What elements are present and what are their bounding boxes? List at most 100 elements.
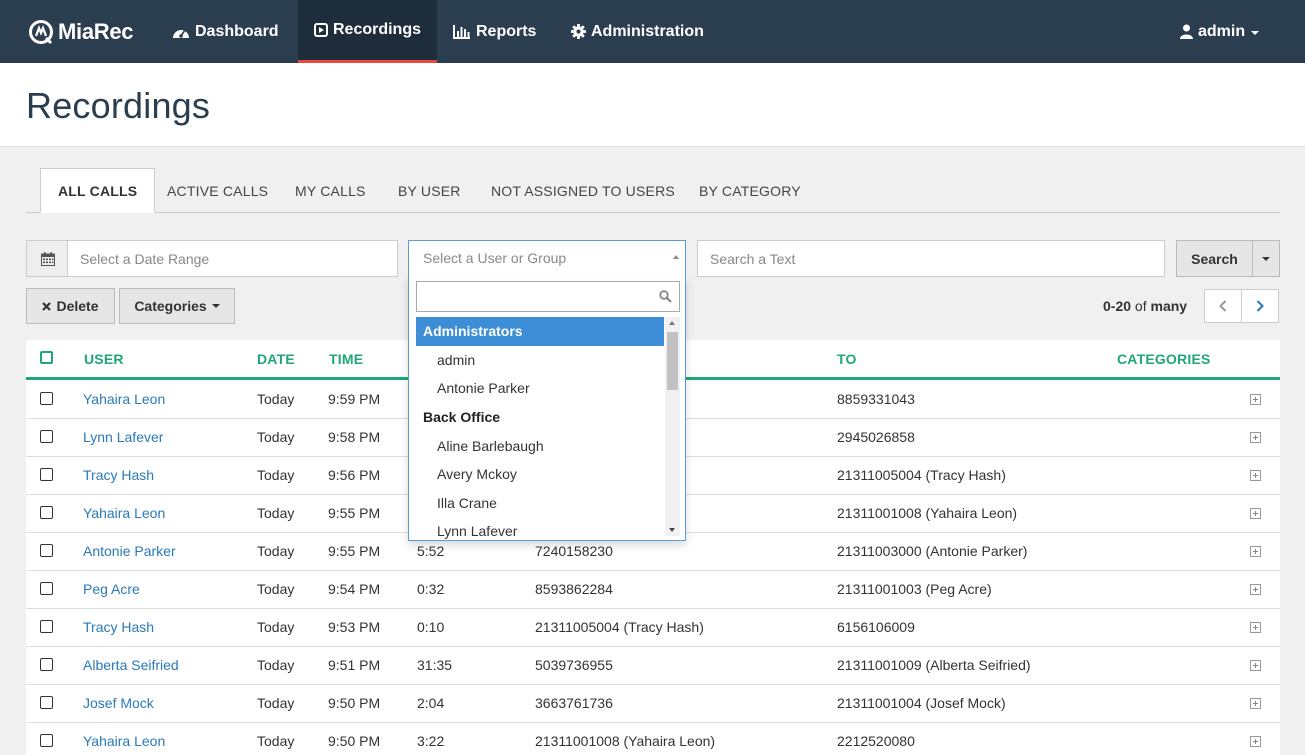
expand-row-icon[interactable] xyxy=(1250,698,1261,709)
cell-user[interactable]: Josef Mock xyxy=(83,695,154,711)
cell-time: 9:55 PM xyxy=(328,543,381,559)
chevron-right-icon xyxy=(1256,300,1264,312)
brand-logo[interactable]: MiaRec xyxy=(28,17,134,47)
search-icon xyxy=(659,290,672,303)
delete-button[interactable]: Delete xyxy=(26,288,115,324)
tab-active-calls[interactable]: ACTIVE CALLS xyxy=(167,168,268,213)
row-checkbox[interactable] xyxy=(40,544,53,557)
dropdown-group-label: Back Office xyxy=(423,409,501,426)
scroll-down-icon[interactable] xyxy=(669,528,675,532)
tab-by-user[interactable]: BY USER xyxy=(398,168,461,213)
column-header-user[interactable]: USER xyxy=(84,351,124,367)
cell-user[interactable]: Peg Acre xyxy=(83,581,140,597)
select-all-checkbox[interactable] xyxy=(40,351,53,364)
cell-user[interactable]: Tracy Hash xyxy=(83,467,154,483)
nav-reports[interactable]: Reports xyxy=(437,0,552,63)
dropdown-option[interactable]: Illa Crane xyxy=(416,489,664,518)
cell-duration: 0:10 xyxy=(417,619,445,635)
table-row[interactable]: Yahaira Leon Today 9:50 PM 3:22 21311001008 … xyxy=(26,723,1280,755)
user-group-select[interactable]: Select a User or Group xyxy=(408,240,686,277)
categories-button-label: Categories xyxy=(134,298,207,314)
date-range-addon[interactable] xyxy=(26,240,68,277)
play-square-icon xyxy=(314,23,328,37)
cell-user[interactable]: Yahaira Leon xyxy=(83,733,165,749)
expand-row-icon[interactable] xyxy=(1250,470,1261,481)
row-checkbox[interactable] xyxy=(40,392,53,405)
scroll-up-icon[interactable] xyxy=(669,321,675,325)
row-checkbox[interactable] xyxy=(40,506,53,519)
cell-user[interactable]: Lynn Lafever xyxy=(83,429,163,445)
column-header-categories[interactable]: CATEGORIES xyxy=(1117,351,1211,367)
tab-all-calls[interactable]: ALL CALLS xyxy=(40,168,156,213)
cell-time: 9:50 PM xyxy=(328,695,381,711)
next-page-button[interactable] xyxy=(1241,289,1279,323)
pagination-total: many xyxy=(1150,298,1188,314)
expand-row-icon[interactable] xyxy=(1250,736,1261,747)
delete-button-label: Delete xyxy=(56,298,99,314)
table-row[interactable]: Tracy Hash Today 9:53 PM 0:10 21311005004 (T… xyxy=(26,609,1280,647)
dropdown-option[interactable]: admin xyxy=(416,346,664,375)
tab-by-category[interactable]: BY CATEGORY xyxy=(699,168,801,213)
cell-time: 9:50 PM xyxy=(328,733,381,749)
cell-to: 21311003000 (Antonie Parker) xyxy=(837,543,1028,559)
column-header-date[interactable]: DATE xyxy=(257,351,295,367)
caret-down-icon xyxy=(1262,256,1270,261)
row-checkbox[interactable] xyxy=(40,582,53,595)
dropdown-options: Administrators admin Antonie Parker Back Of… xyxy=(416,317,664,540)
dropdown-group-label: Administrators xyxy=(416,317,664,346)
expand-row-icon[interactable] xyxy=(1250,660,1261,671)
search-options-button[interactable] xyxy=(1252,240,1280,277)
expand-row-icon[interactable] xyxy=(1250,432,1261,443)
cell-date: Today xyxy=(257,543,295,559)
top-navbar: MiaRec Dashboard Recordings Reports Admi… xyxy=(0,0,1305,63)
table-row[interactable]: Alberta Seifried Today 9:51 PM 31:35 5039736… xyxy=(26,647,1280,685)
cell-user[interactable]: Tracy Hash xyxy=(83,619,154,635)
dropdown-scrollbar[interactable] xyxy=(665,317,680,536)
cell-user[interactable]: Alberta Seifried xyxy=(83,657,179,673)
dropdown-search-box[interactable] xyxy=(416,281,680,312)
user-menu[interactable]: admin xyxy=(1164,0,1275,63)
categories-button[interactable]: Categories xyxy=(119,288,235,324)
nav-administration[interactable]: Administration xyxy=(555,0,720,63)
table-row[interactable]: Peg Acre Today 9:54 PM 0:32 8593862284 213110… xyxy=(26,571,1280,609)
row-checkbox[interactable] xyxy=(40,734,53,747)
expand-row-icon[interactable] xyxy=(1250,394,1261,405)
cell-duration: 3:22 xyxy=(417,733,445,749)
tab-my-calls[interactable]: MY CALLS xyxy=(295,168,366,213)
row-checkbox[interactable] xyxy=(40,658,53,671)
cell-duration: 2:04 xyxy=(417,695,445,711)
nav-administration-label: Administration xyxy=(591,22,704,40)
cell-user[interactable]: Yahaira Leon xyxy=(83,505,165,521)
dropdown-option[interactable]: Antonie Parker xyxy=(416,374,664,403)
cell-from: 21311001008 (Yahaira Leon) xyxy=(535,733,716,749)
expand-row-icon[interactable] xyxy=(1250,546,1261,557)
cell-duration: 0:32 xyxy=(417,581,445,597)
date-range-input[interactable] xyxy=(67,240,398,277)
search-text-input[interactable] xyxy=(697,240,1165,277)
cell-date: Today xyxy=(257,733,295,749)
dropdown-option[interactable]: Avery Mckoy xyxy=(416,460,664,489)
cell-date: Today xyxy=(257,391,295,407)
expand-row-icon[interactable] xyxy=(1250,622,1261,633)
row-checkbox[interactable] xyxy=(40,430,53,443)
nav-dashboard[interactable]: Dashboard xyxy=(156,0,295,63)
pagination-summary: 0-20 of many xyxy=(1103,298,1187,314)
column-header-to[interactable]: TO xyxy=(837,351,857,367)
dropdown-option[interactable]: Lynn Lafever xyxy=(416,517,664,540)
tab-not-assigned[interactable]: NOT ASSIGNED TO USERS xyxy=(491,168,675,213)
table-row[interactable]: Josef Mock Today 9:50 PM 2:04 3663761736 2131… xyxy=(26,685,1280,723)
row-checkbox[interactable] xyxy=(40,468,53,481)
dropdown-option[interactable]: Aline Barlebaugh xyxy=(416,431,664,460)
previous-page-button[interactable] xyxy=(1204,289,1242,323)
search-button[interactable]: Search xyxy=(1176,240,1253,277)
miarec-logo-icon xyxy=(29,20,53,45)
row-checkbox[interactable] xyxy=(40,696,53,709)
column-header-time[interactable]: TIME xyxy=(329,351,363,367)
expand-row-icon[interactable] xyxy=(1250,508,1261,519)
cell-user[interactable]: Antonie Parker xyxy=(83,543,176,559)
expand-row-icon[interactable] xyxy=(1250,584,1261,595)
cell-user[interactable]: Yahaira Leon xyxy=(83,391,165,407)
nav-recordings[interactable]: Recordings xyxy=(298,0,437,63)
dropdown-scrollbar-thumb[interactable] xyxy=(667,332,678,390)
row-checkbox[interactable] xyxy=(40,620,53,633)
